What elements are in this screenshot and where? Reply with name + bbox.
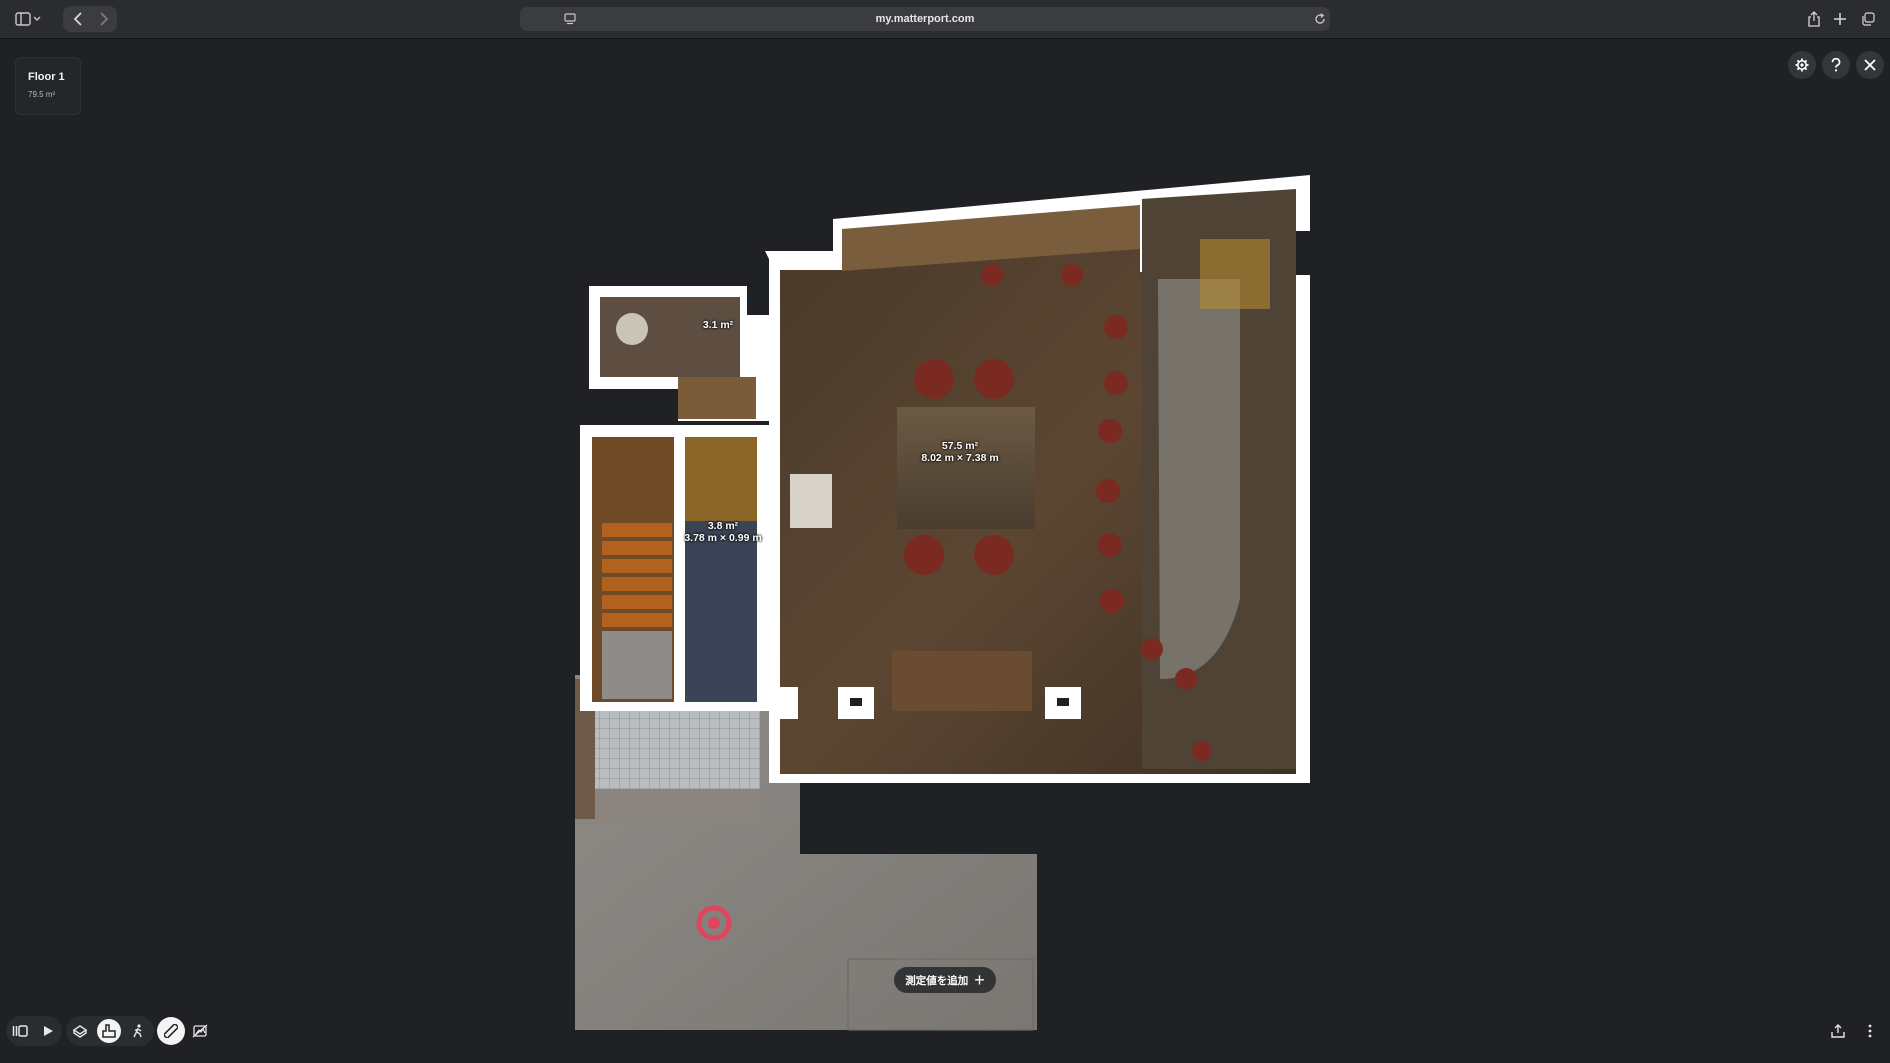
play-tour-button[interactable] bbox=[36, 1019, 60, 1043]
share-view-button[interactable] bbox=[1826, 1019, 1850, 1043]
chevron-left-icon bbox=[73, 12, 82, 26]
bar-counter bbox=[1158, 279, 1240, 679]
pillar-right-hole bbox=[1057, 698, 1069, 706]
settings-button[interactable] bbox=[1788, 51, 1816, 79]
gear-icon bbox=[1795, 58, 1809, 72]
kitchen-shelf bbox=[1200, 239, 1270, 309]
room-area: 3.8 m² bbox=[707, 520, 739, 532]
close-icon bbox=[1864, 59, 1876, 71]
floor-area: 79.5 m² bbox=[28, 90, 56, 99]
share-icon bbox=[1831, 1024, 1845, 1038]
stair-landing bbox=[602, 631, 672, 699]
sidebar-toggle-button[interactable] bbox=[13, 9, 43, 29]
reload-button[interactable] bbox=[1310, 9, 1330, 29]
reader-icon bbox=[564, 13, 576, 25]
sidebar-toggle-icon bbox=[15, 12, 41, 26]
more-vertical-icon bbox=[1868, 1024, 1872, 1038]
address-bar[interactable]: my.matterport.com bbox=[520, 7, 1330, 31]
dollhouse-icon bbox=[72, 1025, 88, 1038]
share-icon bbox=[1808, 11, 1820, 27]
close-viewer-button[interactable] bbox=[1856, 51, 1884, 79]
floorplan-view-button[interactable] bbox=[97, 1019, 121, 1043]
back-button[interactable] bbox=[68, 9, 88, 29]
reader-button[interactable] bbox=[560, 9, 580, 29]
lower-table bbox=[892, 651, 1032, 711]
add-measurement-button[interactable]: 測定値を追加 + bbox=[894, 967, 996, 993]
room-label-corridor: 3.8 m² 3.78 m × 0.99 m bbox=[672, 520, 774, 544]
corridor-top bbox=[685, 437, 757, 521]
floor-plan[interactable] bbox=[0, 39, 1890, 1063]
central-table bbox=[897, 407, 1035, 529]
hide-tags-button[interactable] bbox=[188, 1019, 212, 1043]
measure-tool-button[interactable] bbox=[157, 1017, 185, 1045]
help-button[interactable] bbox=[1822, 51, 1850, 79]
tabs-overview-icon bbox=[1862, 12, 1875, 26]
share-button[interactable] bbox=[1804, 9, 1824, 29]
room-dimensions: 3.78 m × 0.99 m bbox=[684, 532, 762, 544]
question-icon bbox=[1831, 58, 1841, 72]
ruler-icon bbox=[164, 1024, 178, 1038]
highlight-reel-button[interactable] bbox=[8, 1019, 32, 1043]
reload-icon bbox=[1315, 13, 1325, 24]
room-label-small: 3.1 m² bbox=[688, 319, 748, 331]
room-area: 57.5 m² bbox=[941, 440, 979, 452]
corridor-divider bbox=[674, 437, 685, 702]
room-area: 3.1 m² bbox=[702, 319, 734, 331]
plus-icon: + bbox=[974, 970, 985, 990]
plus-icon bbox=[1834, 13, 1846, 25]
add-measurement-label: 測定値を追加 bbox=[905, 974, 969, 987]
room-dimensions: 8.02 m × 7.38 m bbox=[921, 452, 999, 464]
small-room-lower bbox=[678, 377, 756, 419]
tags-hidden-icon bbox=[192, 1024, 208, 1038]
chevron-right-icon bbox=[100, 12, 109, 26]
tab-overview-button[interactable] bbox=[1858, 9, 1878, 29]
side-table bbox=[790, 474, 832, 528]
new-tab-button[interactable] bbox=[1830, 9, 1850, 29]
floorplan-icon bbox=[102, 1024, 116, 1038]
pillar-corner bbox=[770, 687, 798, 719]
walk-icon bbox=[133, 1024, 142, 1038]
pillar-left-hole bbox=[850, 698, 862, 706]
floor-selector[interactable]: Floor 1 79.5 m² bbox=[15, 57, 81, 115]
highlight-reel-icon bbox=[12, 1025, 28, 1037]
room-label-main: 57.5 m² 8.02 m × 7.38 m bbox=[900, 440, 1020, 464]
walk-view-button[interactable] bbox=[126, 1019, 150, 1043]
url-text: my.matterport.com bbox=[875, 13, 975, 25]
door-gap bbox=[760, 319, 769, 379]
browser-toolbar: my.matterport.com bbox=[0, 0, 1890, 39]
play-icon bbox=[44, 1026, 53, 1036]
floor-name: Floor 1 bbox=[28, 71, 65, 83]
forward-button[interactable] bbox=[94, 9, 114, 29]
more-options-button[interactable] bbox=[1858, 1019, 1882, 1043]
floorplan-viewer[interactable]: 3.1 m² 57.5 m² 8.02 m × 7.38 m 3.8 m² 3.… bbox=[0, 39, 1890, 1063]
dollhouse-view-button[interactable] bbox=[68, 1019, 92, 1043]
round-table bbox=[616, 313, 648, 345]
